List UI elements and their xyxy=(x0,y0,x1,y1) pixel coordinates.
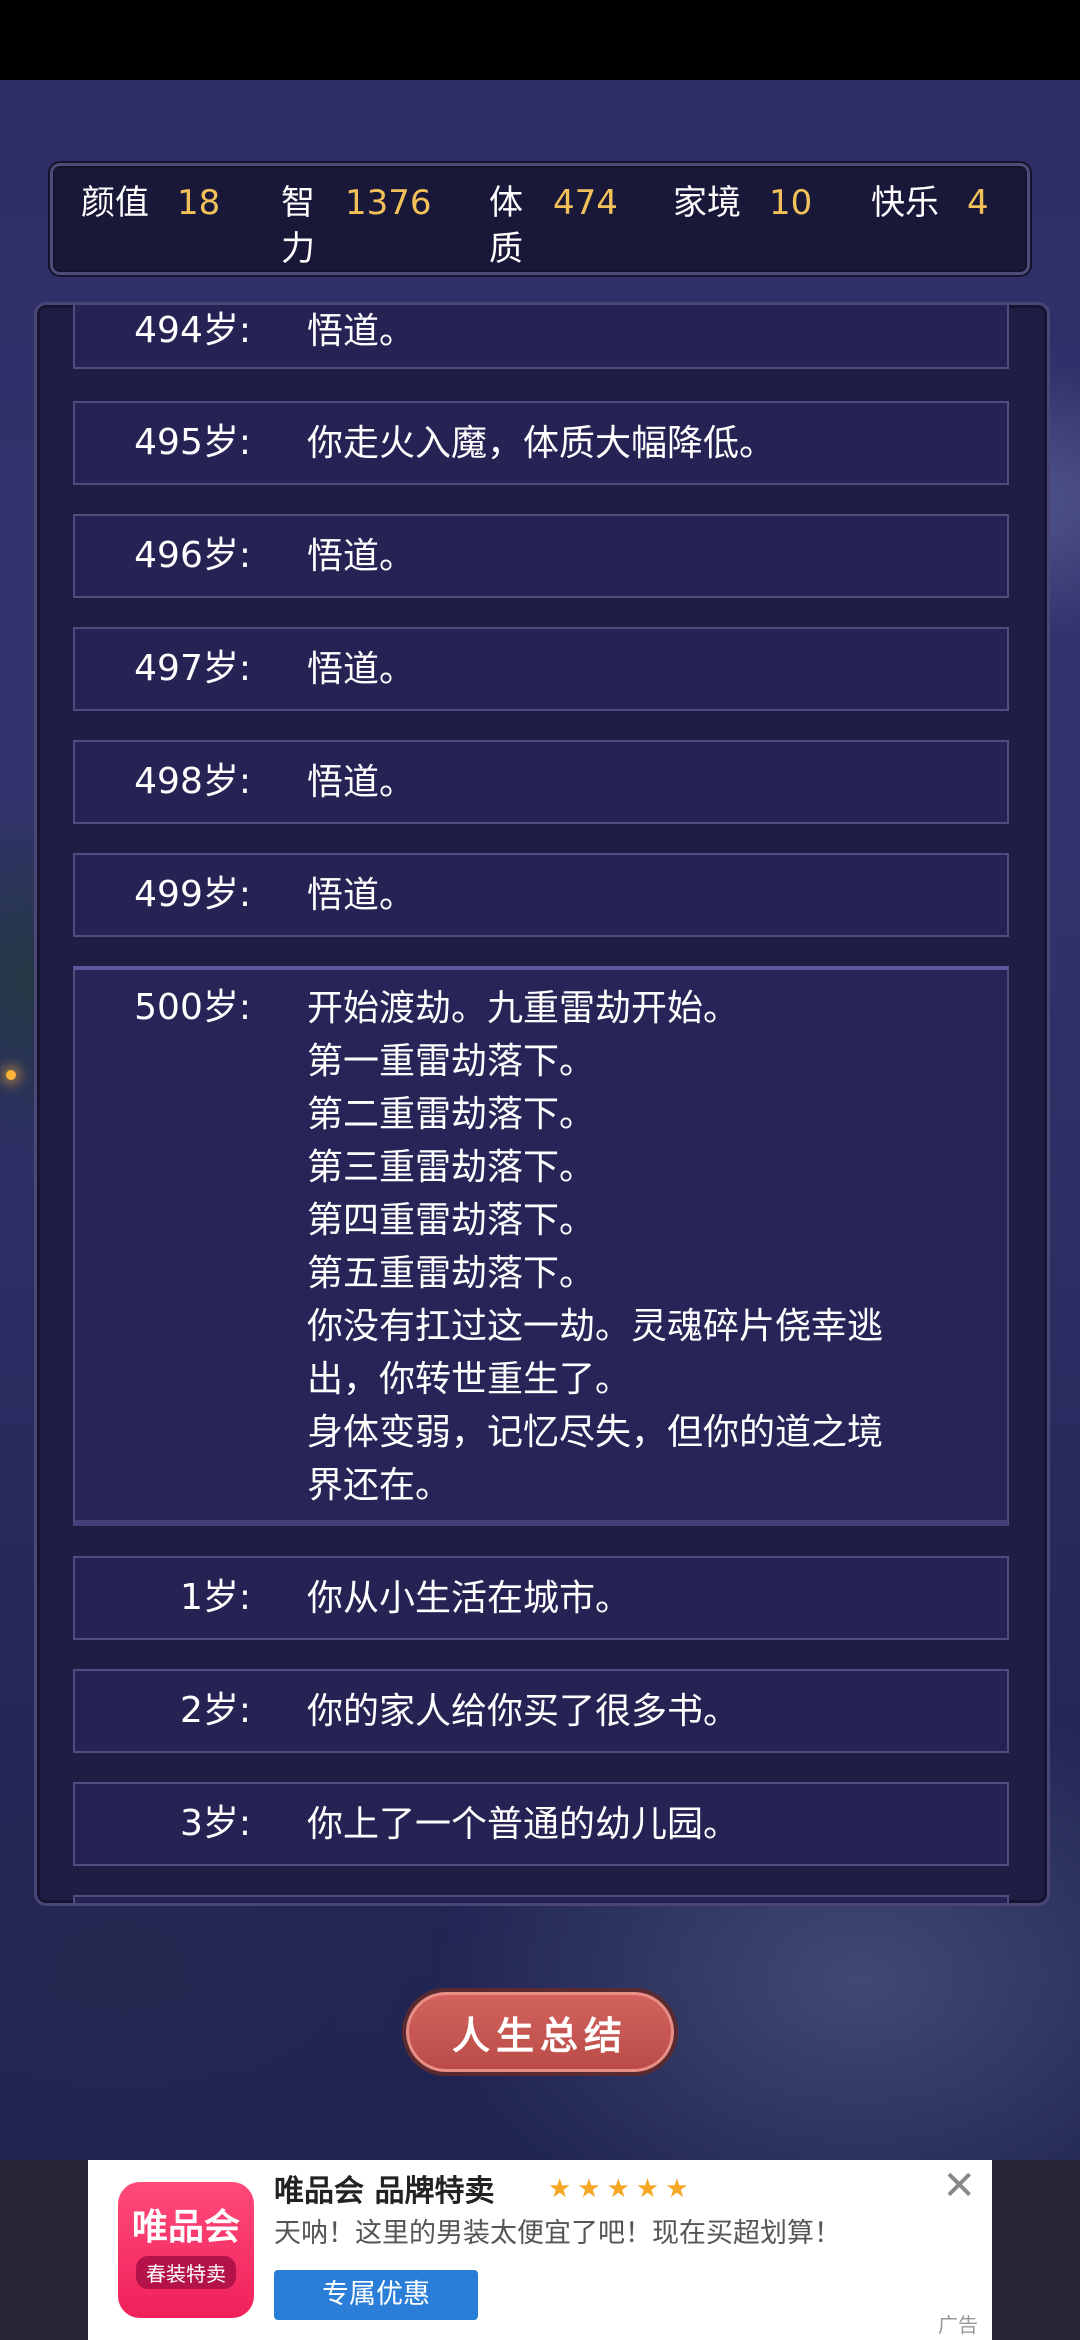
ad-title: 唯品会 品牌特卖 xyxy=(274,2174,495,2209)
stat-value: 474 xyxy=(553,183,618,223)
event-age: 2岁: xyxy=(179,1690,251,1731)
rating-stars-icon: ★★★★★ xyxy=(548,2174,695,2204)
event-age: 494岁: xyxy=(134,310,251,351)
stat-value: 10 xyxy=(769,183,813,223)
list-item: 494岁: 悟道。 xyxy=(73,305,1009,369)
stat-value: 18 xyxy=(177,183,221,223)
ad-banner[interactable]: 唯品会 春装特卖 唯品会 品牌特卖 ★★★★★ 天呐！这里的男装太便宜了吧！现在… xyxy=(88,2160,992,2340)
life-summary-button[interactable]: 人生总结 xyxy=(402,1988,678,2076)
list-item: 1岁: 你从小生活在城市。 xyxy=(73,1556,1009,1640)
stat-intelligence: 智力 1376 xyxy=(281,180,432,272)
event-age: 496岁: xyxy=(134,535,251,576)
event-text: 悟道。 xyxy=(307,536,416,577)
stat-label: 智力 xyxy=(281,183,315,269)
event-text: 你上了一个普通的幼儿园。 xyxy=(307,1804,740,1845)
event-age: 500岁: xyxy=(134,987,251,1028)
event-age: 495岁: xyxy=(134,422,251,463)
stat-label: 家境 xyxy=(673,183,741,223)
stat-constitution: 体质 474 xyxy=(489,180,618,272)
list-item: 498岁: 悟道。 xyxy=(73,740,1009,824)
ad-app-logo[interactable]: 唯品会 春装特卖 xyxy=(118,2182,254,2318)
ad-description: 天呐！这里的男装太便宜了吧！现在买超划算！ xyxy=(274,2218,841,2249)
event-text: 悟道。 xyxy=(307,649,416,690)
stat-family: 家境 10 xyxy=(673,180,812,226)
ad-cta-button[interactable]: 专属优惠 xyxy=(274,2270,478,2320)
stat-value: 4 xyxy=(967,183,989,223)
stat-label: 颜值 xyxy=(81,183,149,223)
event-age: 1岁: xyxy=(179,1577,251,1618)
close-icon[interactable]: ✕ xyxy=(942,2166,976,2206)
ad-logo-badge: 春装特卖 xyxy=(136,2256,236,2289)
ad-label: 广告 xyxy=(938,2313,978,2337)
status-bar xyxy=(0,0,1080,80)
life-event-log[interactable]: 494岁: 悟道。 495岁: 你走火入魔，体质大幅降低。 496岁: 悟道。 … xyxy=(34,302,1050,1906)
attribute-stats-bar: 颜值 18 智力 1376 体质 474 家境 10 快乐 4 xyxy=(50,163,1030,275)
list-item: 500岁: 开始渡劫。九重雷劫开始。 第一重雷劫落下。 第二重雷劫落下。 第三重… xyxy=(73,966,1009,1526)
list-item xyxy=(73,1895,1009,1903)
lantern-glow xyxy=(6,1070,16,1080)
event-age: 499岁: xyxy=(134,874,251,915)
list-item: 496岁: 悟道。 xyxy=(73,514,1009,598)
event-text: 你的家人给你买了很多书。 xyxy=(307,1691,740,1732)
event-age: 498岁: xyxy=(134,761,251,802)
event-text: 你从小生活在城市。 xyxy=(307,1578,632,1619)
event-text: 悟道。 xyxy=(307,762,416,803)
stat-happiness: 快乐 4 xyxy=(871,180,989,226)
stat-label: 快乐 xyxy=(871,183,939,223)
list-item: 497岁: 悟道。 xyxy=(73,627,1009,711)
event-text: 你走火入魔，体质大幅降低。 xyxy=(307,423,776,464)
list-item: 499岁: 悟道。 xyxy=(73,853,1009,937)
event-text: 悟道。 xyxy=(307,875,416,916)
ad-logo-text: 唯品会 xyxy=(131,2207,240,2248)
event-age: 3岁: xyxy=(179,1803,251,1844)
event-text: 悟道。 xyxy=(307,311,416,352)
list-item: 495岁: 你走火入魔，体质大幅降低。 xyxy=(73,401,1009,485)
event-age: 497岁: xyxy=(134,648,251,689)
stat-value: 1376 xyxy=(345,183,432,223)
stat-appearance: 颜值 18 xyxy=(81,180,220,226)
list-item: 2岁: 你的家人给你买了很多书。 xyxy=(73,1669,1009,1753)
event-text: 开始渡劫。九重雷劫开始。 第一重雷劫落下。 第二重雷劫落下。 第三重雷劫落下。 … xyxy=(307,988,884,1506)
stat-label: 体质 xyxy=(489,183,523,269)
list-item: 3岁: 你上了一个普通的幼儿园。 xyxy=(73,1782,1009,1866)
